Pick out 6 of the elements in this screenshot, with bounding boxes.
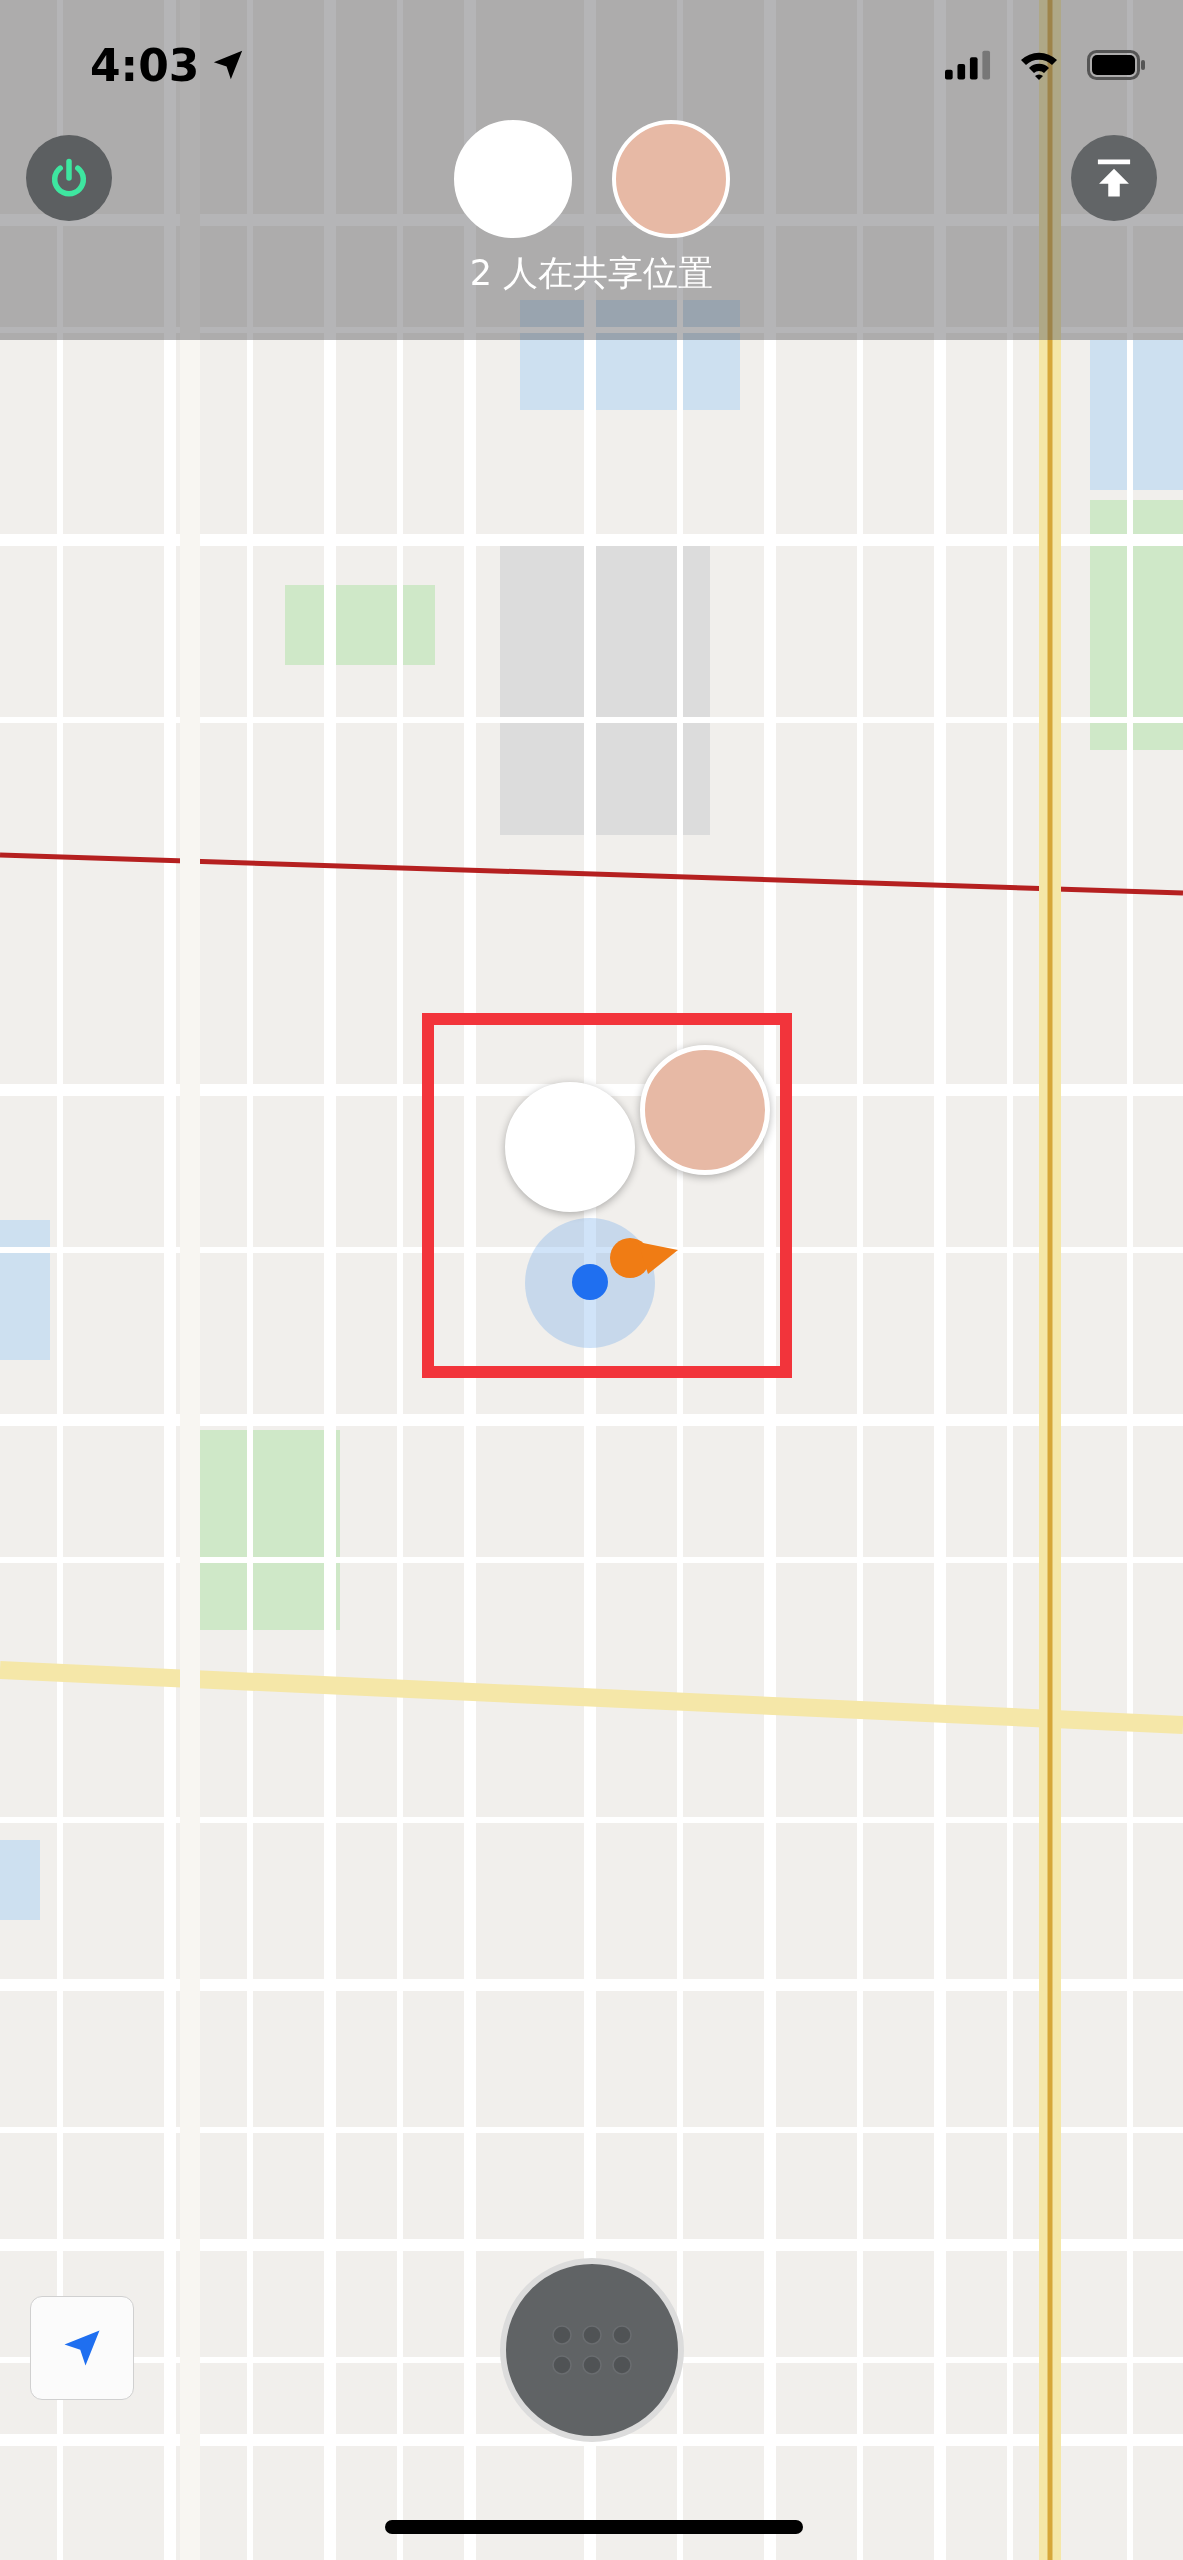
locate-button[interactable] bbox=[30, 2296, 134, 2400]
sharing-count-text: 2 人在共享位置 bbox=[469, 252, 714, 295]
wifi-icon bbox=[1019, 50, 1059, 80]
signal-icon bbox=[945, 50, 991, 80]
clock-time: 4:03 bbox=[90, 39, 200, 91]
battery-icon bbox=[1087, 50, 1147, 80]
